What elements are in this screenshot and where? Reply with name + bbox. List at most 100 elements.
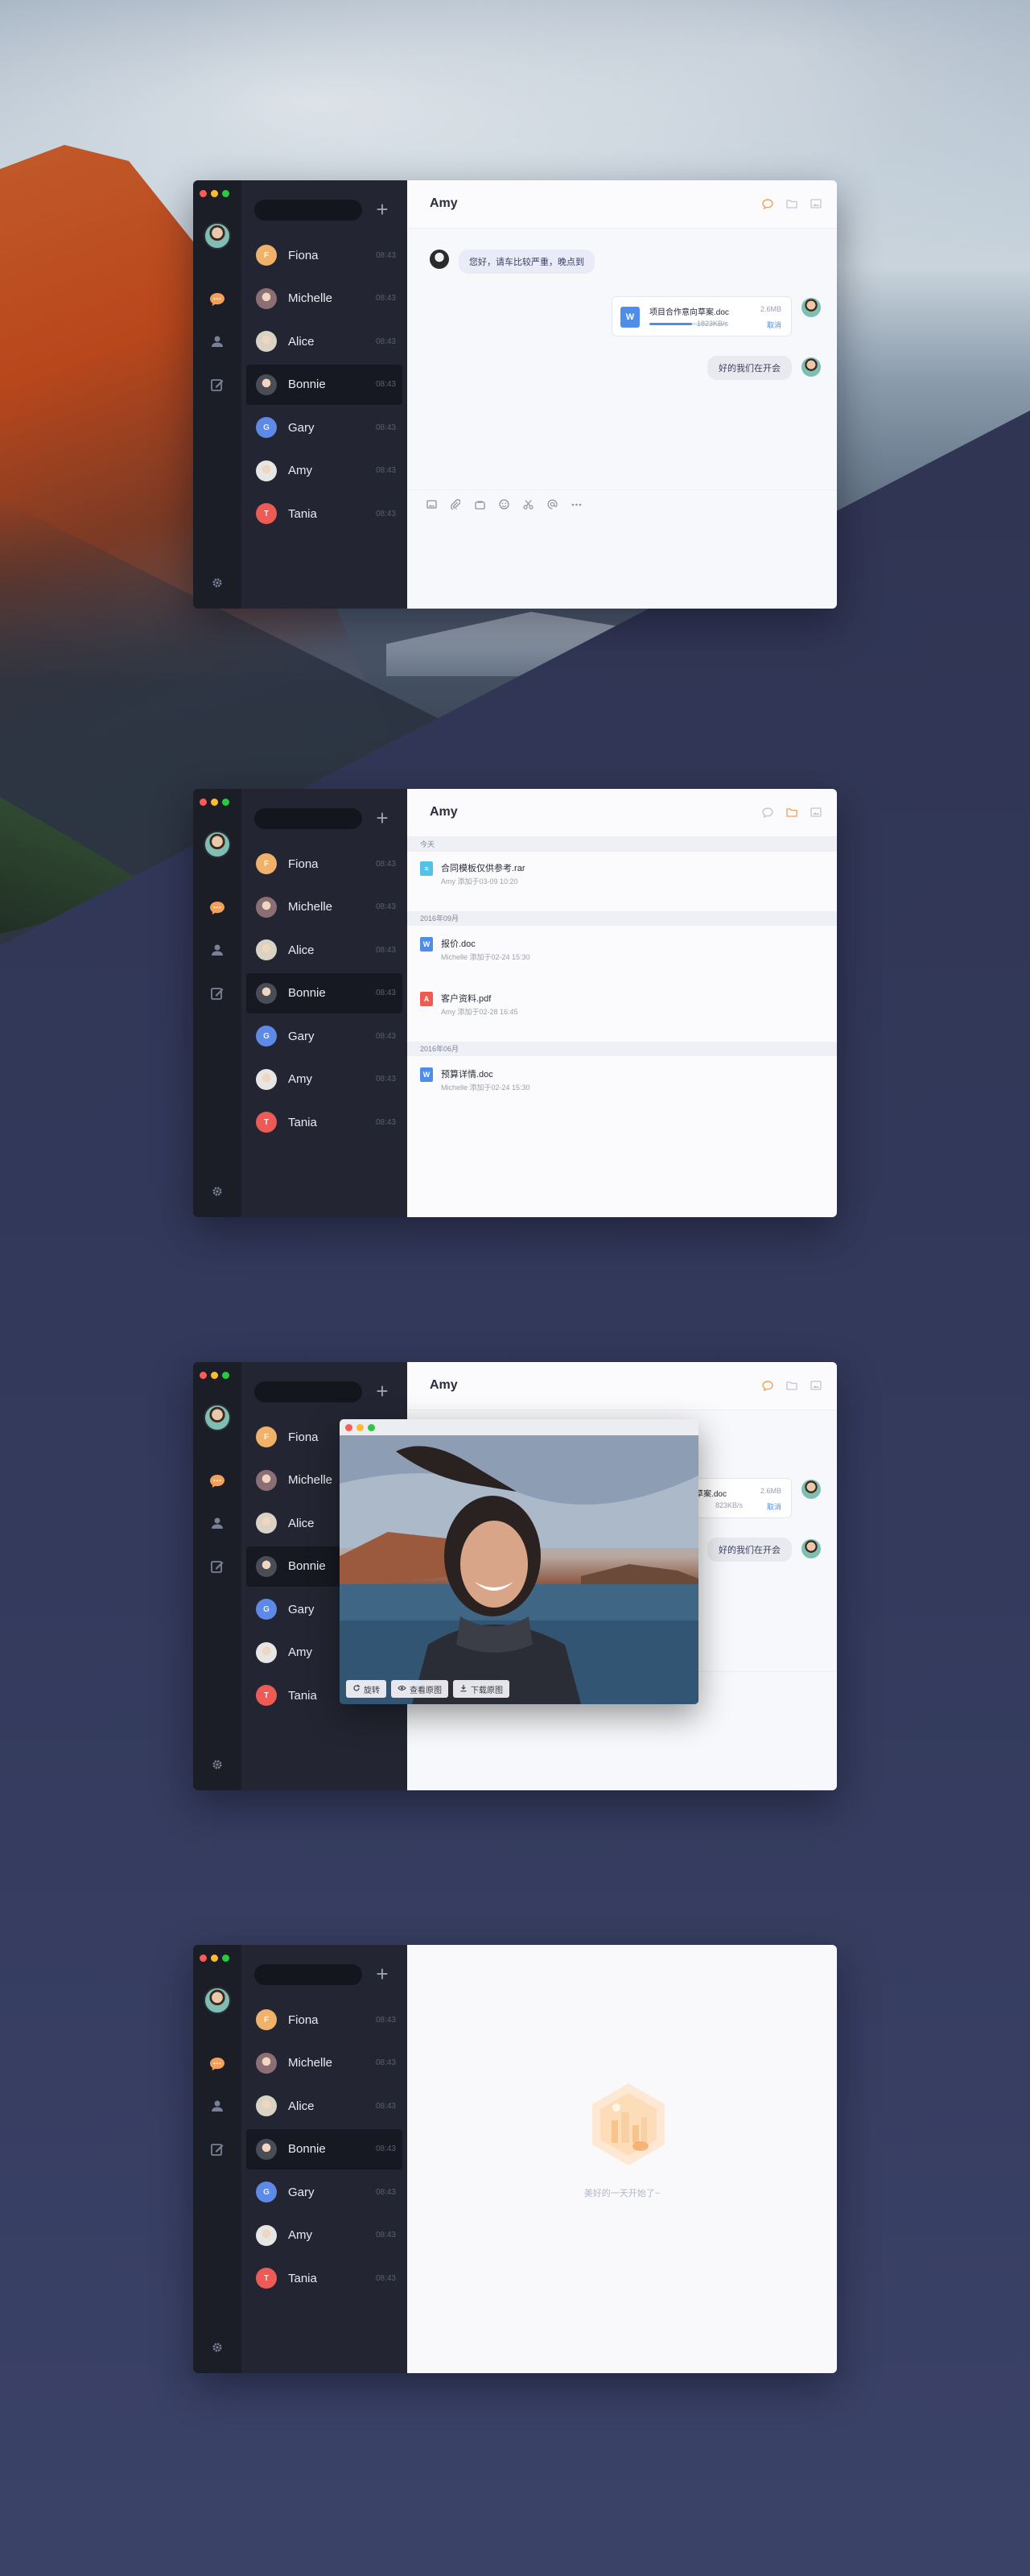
contact-item[interactable]: Bonnie 08:43 <box>246 972 402 1013</box>
chat-icon[interactable] <box>209 900 225 916</box>
contact-item[interactable]: G Gary 08:43 <box>246 1016 402 1056</box>
contact-item[interactable]: Alice 08:43 <box>246 321 402 361</box>
contact-avatar[interactable] <box>430 250 449 269</box>
contact-item[interactable]: Michelle 08:43 <box>246 2043 402 2083</box>
search-input[interactable] <box>254 808 362 829</box>
my-avatar[interactable] <box>204 1404 231 1431</box>
settings-icon[interactable] <box>209 1757 225 1773</box>
user-icon[interactable] <box>209 942 225 958</box>
minimize-window-button[interactable] <box>211 799 218 806</box>
download-icon <box>459 1684 468 1695</box>
my-avatar[interactable] <box>204 831 231 858</box>
maximize-window-button[interactable] <box>222 190 229 197</box>
edit-icon[interactable] <box>209 2141 225 2157</box>
contact-item[interactable]: T Tania 08:43 <box>246 1102 402 1142</box>
add-button[interactable]: + <box>370 1963 394 1987</box>
maximize-window-button[interactable] <box>222 799 229 806</box>
edit-icon[interactable] <box>209 377 225 393</box>
image-icon[interactable] <box>425 498 438 511</box>
contact-item[interactable]: T Tania 08:43 <box>246 2258 402 2298</box>
add-button[interactable]: + <box>370 807 394 831</box>
contact-item[interactable]: F Fiona 08:43 <box>246 235 402 275</box>
folder-icon[interactable] <box>785 807 798 818</box>
user-icon[interactable] <box>209 1515 225 1531</box>
rotate-button[interactable]: 旋转 <box>346 1680 386 1698</box>
search-input[interactable] <box>254 1964 362 1985</box>
contact-time: 08:43 <box>375 989 396 997</box>
search-input[interactable] <box>254 200 362 221</box>
message-icon[interactable] <box>761 807 774 818</box>
transfer-speed: 823KB/s <box>715 1501 743 1509</box>
edit-icon[interactable] <box>209 985 225 1001</box>
file-transfer-card[interactable]: W 项目合作意向草案.doc 2.6MB 1823KB/s 取消 <box>612 296 792 336</box>
avatar <box>256 982 277 1004</box>
cancel-transfer-link[interactable]: 取消 <box>767 1501 781 1512</box>
message-icon[interactable] <box>761 1380 774 1391</box>
contact-item[interactable]: Alice 08:43 <box>246 930 402 970</box>
contact-item[interactable]: F Fiona 08:43 <box>246 844 402 884</box>
archive-file-icon: ≡ <box>420 861 433 876</box>
user-icon[interactable] <box>209 333 225 349</box>
download-original-button[interactable]: 下载原图 <box>453 1680 509 1698</box>
bag-icon[interactable] <box>473 498 486 511</box>
settings-icon[interactable] <box>209 1183 225 1199</box>
my-avatar[interactable] <box>204 222 231 250</box>
contact-name: Amy <box>288 464 312 477</box>
maximize-window-button[interactable] <box>222 1955 229 1962</box>
emoji-icon[interactable] <box>497 498 510 511</box>
add-button[interactable]: + <box>370 1380 394 1404</box>
settings-icon[interactable] <box>209 2339 225 2355</box>
contact-item[interactable]: Michelle 08:43 <box>246 279 402 319</box>
word-doc-icon: W <box>620 307 640 328</box>
search-input[interactable] <box>254 1381 362 1402</box>
chat-icon[interactable] <box>209 291 225 308</box>
folder-icon[interactable] <box>785 198 798 209</box>
close-window-button[interactable] <box>200 799 207 806</box>
app-rail <box>193 180 241 609</box>
minimize-window-button[interactable] <box>211 1372 218 1379</box>
file-row[interactable]: A 客户资料.pdf Amy 添加于02-28 16:45 <box>407 987 837 1024</box>
close-window-button[interactable] <box>200 1955 207 1962</box>
contact-item[interactable]: Bonnie 08:43 <box>246 2128 402 2169</box>
image-icon[interactable] <box>810 1380 822 1391</box>
contact-item[interactable]: Alice 08:43 <box>246 2086 402 2126</box>
at-icon[interactable] <box>546 498 558 511</box>
contact-item[interactable]: Bonnie 08:43 <box>246 364 402 405</box>
close-window-button[interactable] <box>200 190 207 197</box>
file-row[interactable]: ≡ 合同模板仅供参考.rar Amy 添加于03-09 10:20 <box>407 857 837 894</box>
contact-item[interactable]: G Gary 08:43 <box>246 407 402 448</box>
image-icon[interactable] <box>810 198 822 209</box>
maximize-viewer-button[interactable] <box>368 1424 375 1431</box>
minimize-window-button[interactable] <box>211 190 218 197</box>
scissors-icon[interactable] <box>521 498 534 511</box>
close-window-button[interactable] <box>200 1372 207 1379</box>
folder-icon[interactable] <box>785 1380 798 1391</box>
settings-icon[interactable] <box>209 575 225 591</box>
contact-name: Amy <box>288 1072 312 1086</box>
chat-icon[interactable] <box>209 2056 225 2072</box>
add-button[interactable]: + <box>370 198 394 222</box>
maximize-window-button[interactable] <box>222 1372 229 1379</box>
more-icon[interactable] <box>570 498 583 511</box>
contact-item[interactable]: F Fiona 08:43 <box>246 2000 402 2040</box>
cancel-transfer-link[interactable]: 取消 <box>767 320 781 330</box>
chat-icon[interactable] <box>209 1473 225 1489</box>
contact-item[interactable]: G Gary 08:43 <box>246 2172 402 2212</box>
user-icon[interactable] <box>209 2098 225 2114</box>
close-viewer-button[interactable] <box>345 1424 352 1431</box>
image-icon[interactable] <box>810 807 822 818</box>
contact-item[interactable]: T Tania 08:43 <box>246 493 402 534</box>
message-icon[interactable] <box>761 198 774 209</box>
file-row[interactable]: W 预算详情.doc Michelle 添加于02-24 15:30 <box>407 1063 837 1100</box>
minimize-viewer-button[interactable] <box>356 1424 364 1431</box>
edit-icon[interactable] <box>209 1558 225 1575</box>
minimize-window-button[interactable] <box>211 1955 218 1962</box>
contact-item[interactable]: Amy 08:43 <box>246 451 402 491</box>
attachment-icon[interactable] <box>449 498 462 511</box>
contact-item[interactable]: Amy 08:43 <box>246 2215 402 2256</box>
my-avatar[interactable] <box>204 1987 231 2014</box>
contact-item[interactable]: Amy 08:43 <box>246 1059 402 1100</box>
file-row[interactable]: W 报价.doc Michelle 添加于02-24 15:30 <box>407 932 837 969</box>
view-original-button[interactable]: 查看原图 <box>391 1680 448 1698</box>
contact-item[interactable]: Michelle 08:43 <box>246 887 402 927</box>
